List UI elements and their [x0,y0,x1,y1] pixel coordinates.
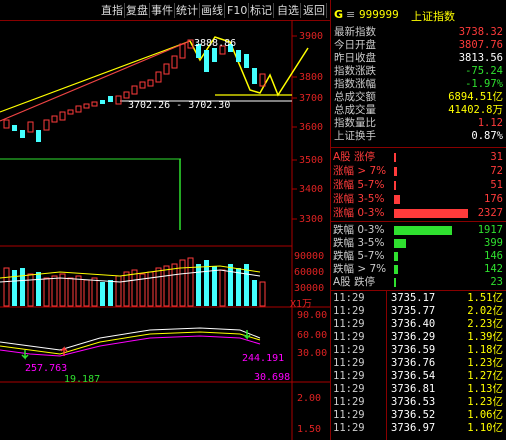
tick-row: 11:29 3735.77 2.02亿 [333,305,503,317]
indicator-axis-30: 30.00 [297,348,328,359]
divider [331,221,506,222]
volume-unit: X1万 [290,299,313,310]
fall-row: 跌幅 > 7% 142 [333,263,503,275]
high-annotation: 3888.86 [194,38,237,49]
tick-row: 11:29 3736.52 1.06亿 [333,409,503,421]
toolbar-button-events[interactable]: 事件 [150,3,175,18]
chart-toolbar: 直指 复盘 事件 统计 画线 F10 标记 自选 返回 [0,0,330,21]
divider [331,147,506,148]
toolbar-button-watchlist[interactable]: 自选 [276,3,301,18]
quote-row: 总成交量 41402.8万 [334,104,503,116]
tick-row: 11:29 3736.40 2.23亿 [333,318,503,330]
fall-row: 跌幅 5-7% 146 [333,250,503,262]
quote-row: 指数涨跌 -75.24 [334,65,503,77]
index-name: 上证指数 [411,10,455,23]
indicator-value-a: 257.763 [25,363,68,374]
lower-axis-2: 2.00 [297,393,322,404]
toolbar-button-f10[interactable]: F10 [226,3,250,18]
volume-axis-30000: 30000 [294,283,325,294]
g-label[interactable]: G [334,8,343,21]
fall-row: 跌幅 3-5% 399 [333,237,503,249]
fall-footer-row: A股 跌停 23 [333,276,503,288]
price-axis-3400: 3400 [299,184,324,195]
divider [331,290,506,291]
index-code: 999999 [359,8,399,21]
tick-row: 11:29 3736.81 1.13亿 [333,383,503,395]
quote-row: 最新指数 3738.32 [334,26,503,38]
quote-row: 今日开盘 3807.76 [334,39,503,51]
tick-row: 11:29 3736.76 1.23亿 [333,357,503,369]
toolbar-button-fupan[interactable]: 复盘 [125,3,150,18]
quote-row: 昨日收盘 3813.56 [334,52,503,64]
tick-row: 11:29 3736.59 1.18亿 [333,344,503,356]
tick-row: 11:29 3736.54 1.27亿 [333,370,503,382]
indicator-value-b: 19.187 [64,374,101,385]
kline-chart[interactable]: 3888.86 3702.26 - 3702.30 257.763 19.187… [0,20,330,440]
toolbar-button-back[interactable]: 返回 [302,3,327,18]
hamburger-icon[interactable]: ≡ [346,8,355,21]
candlesticks [3,39,266,142]
volume-bars [0,257,266,307]
toolbar-button-draw-line[interactable]: 画线 [200,3,225,18]
indicator-value-c: 244.191 [242,353,285,364]
indicator-value-d: 30.698 [254,372,291,383]
toolbar-button-stats[interactable]: 统计 [175,3,200,18]
tick-row: 11:29 3736.97 1.10亿 [333,422,503,434]
price-axis-3500: 3500 [299,155,324,166]
toolbar-button-zhizhi[interactable]: 直指 [100,3,125,18]
indicator-axis-90: 90.00 [297,310,328,321]
tick-row: 11:29 3735.17 1.51亿 [333,292,503,304]
rise-row: 涨幅 0-3% 2327 [333,207,503,219]
toolbar-button-mark[interactable]: 标记 [249,3,274,18]
price-axis-3700: 3700 [299,93,324,104]
quote-row: 上证换手 0.87% [334,130,503,142]
indicator-axis-60: 60.00 [297,330,328,341]
price-axis-3300: 3300 [299,214,324,225]
rise-row: 涨幅 5-7% 51 [333,179,503,191]
volume-axis-60000: 60000 [294,267,325,278]
quote-row: 指数涨幅 -1.97% [334,78,503,90]
rise-header-row: A股 涨停 31 [333,151,503,163]
tick-row: 11:29 3736.53 1.23亿 [333,396,503,408]
volume-axis-90000: 90000 [294,251,325,262]
price-axis-3600: 3600 [299,122,324,133]
price-axis-3900: 3900 [299,31,324,42]
rise-row: 涨幅 > 7% 72 [333,165,503,177]
quote-row: 总成交额 6894.51亿 [334,91,503,103]
lower-axis-1-5: 1.50 [297,424,322,435]
rise-row: 涨幅 3-5% 176 [333,193,503,205]
price-axis-3800: 3800 [299,72,324,83]
fall-row: 跌幅 0-3% 1917 [333,224,503,236]
quote-header: G ≡ 999999 上证指数 [331,8,506,23]
quote-row: 指数量比 1.12 [334,117,503,129]
level-annotation: 3702.26 - 3702.30 [128,100,231,111]
tick-row: 11:29 3736.29 1.39亿 [333,331,503,343]
quote-panel: G ≡ 999999 上证指数 最新指数 3738.32 今日开盘 3807.76 … [330,0,506,440]
indicator-lines [0,327,261,360]
